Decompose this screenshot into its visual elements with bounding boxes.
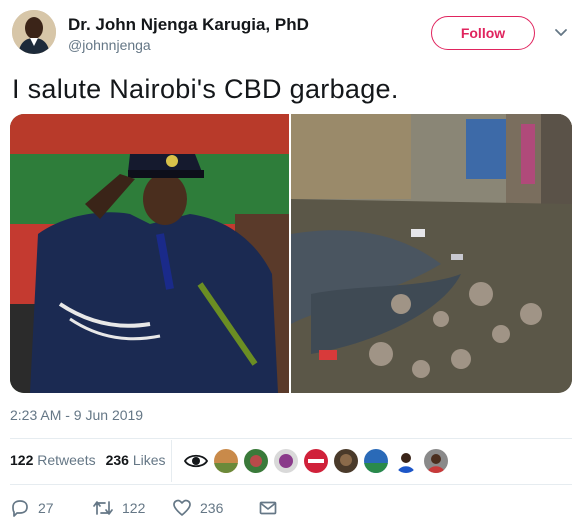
chevron-down-icon[interactable]	[553, 24, 569, 40]
divider-top	[10, 438, 572, 439]
photo-officer-salute[interactable]	[10, 114, 289, 393]
tweet-text: I salute Nairobi's CBD garbage.	[12, 74, 399, 104]
likers-row	[184, 449, 448, 473]
reply-count: 27	[38, 500, 54, 516]
retweet-button[interactable]: 122	[92, 498, 172, 518]
likes-label: Likes	[132, 452, 166, 468]
liker-avatar[interactable]	[394, 449, 418, 473]
liker-avatar[interactable]	[274, 449, 298, 473]
like-button[interactable]: 236	[172, 498, 258, 518]
retweet-icon	[93, 501, 113, 515]
eye-icon	[184, 454, 208, 468]
like-count: 236	[200, 500, 224, 516]
follow-button[interactable]: Follow	[431, 16, 535, 50]
author-handle[interactable]: @johnnjenga	[68, 37, 151, 53]
tweet-actions: 27 122 236	[10, 498, 278, 518]
liker-avatar[interactable]	[244, 449, 268, 473]
direct-message-button[interactable]	[258, 498, 278, 518]
author-name[interactable]: Dr. John Njenga Karugia, PhD	[68, 15, 309, 35]
likes-count: 236	[105, 452, 129, 468]
reply-button[interactable]: 27	[10, 498, 92, 518]
media-grid	[10, 114, 572, 393]
retweet-count: 122	[122, 500, 146, 516]
engagement-stats: 122 Retweets 236 Likes	[10, 452, 166, 468]
liker-avatar[interactable]	[364, 449, 388, 473]
stats-divider	[171, 440, 172, 482]
liker-avatar[interactable]	[214, 449, 238, 473]
retweets-label: Retweets	[37, 452, 96, 468]
mail-icon	[259, 501, 277, 515]
retweets-count: 122	[10, 452, 34, 468]
liker-avatar[interactable]	[334, 449, 358, 473]
heart-icon	[173, 499, 191, 516]
author-avatar[interactable]	[12, 10, 56, 54]
retweets-stat[interactable]: 122 Retweets	[10, 452, 96, 468]
divider-bottom	[10, 484, 572, 485]
tweet-timestamp[interactable]: 2:23 AM - 9 Jun 2019	[10, 407, 143, 423]
likes-stat[interactable]: 236 Likes	[106, 452, 166, 468]
reply-icon	[12, 500, 28, 517]
liker-avatar[interactable]	[304, 449, 328, 473]
liker-avatar[interactable]	[424, 449, 448, 473]
photo-garbage-street[interactable]	[291, 114, 572, 393]
